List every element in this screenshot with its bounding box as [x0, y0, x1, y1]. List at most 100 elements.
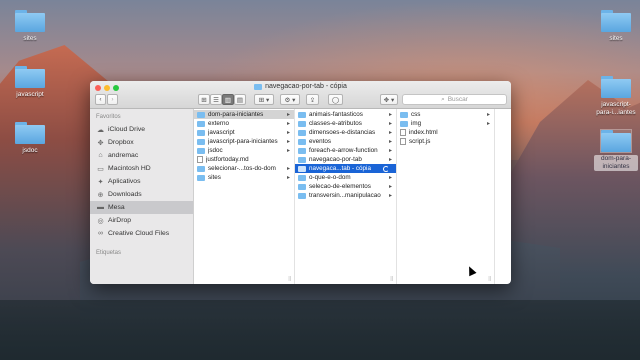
sidebar-item-aplicativos[interactable]: ✦ Aplicativos	[90, 175, 193, 188]
sidebar: Favoritos ☁ iCloud Drive ✥ Dropbox ⌂ andremac…	[90, 109, 194, 284]
sidebar-item-dropbox[interactable]: ✥ Dropbox	[90, 136, 193, 149]
desktop-folder-javascript-para-iniciantes[interactable]: javascript-para-i...iantes	[594, 76, 638, 117]
sidebar-item-label: AirDrop	[108, 217, 132, 224]
sidebar-item-label: iCloud Drive	[108, 126, 146, 133]
tags-button[interactable]: ◯	[328, 94, 343, 105]
file-row[interactable]: css ▸	[397, 110, 494, 119]
chevron-right-icon: ▸	[286, 175, 290, 181]
folder-icon	[197, 165, 205, 172]
list-view-button[interactable]: ☰	[210, 94, 222, 105]
file-name: sites	[208, 174, 221, 181]
sidebar-item-label: Mesa	[108, 204, 125, 211]
desktop-folder-javascript[interactable]: javascript	[8, 66, 52, 99]
column-view-button[interactable]: ▥	[222, 94, 234, 105]
folder-icon	[298, 192, 306, 199]
folder-icon	[298, 138, 306, 145]
desktop-folder-sites-right[interactable]: sites	[594, 10, 638, 43]
file-row[interactable]: dimensoes-e-distancias ▸	[295, 128, 396, 137]
sidebar-item-label: Downloads	[108, 191, 142, 198]
browser-column-2[interactable]: animais-fantasticos ▸ classes-e-atributos ▸…	[295, 109, 397, 284]
file-row[interactable]: navegaca...tab - cópia	[295, 164, 396, 173]
sidebar-item-airdrop[interactable]: ◎ AirDrop	[90, 214, 193, 227]
sidebar-item-andremac[interactable]: ⌂ andremac	[90, 149, 193, 162]
column-resize-handle[interactable]: ||	[488, 276, 491, 282]
chevron-right-icon: ▸	[388, 139, 392, 145]
file-row[interactable]: javascript ▸	[194, 128, 294, 137]
forward-button[interactable]: ›	[107, 94, 118, 105]
forest	[0, 300, 640, 360]
back-button[interactable]: ‹	[95, 94, 106, 105]
action-gear-button[interactable]: ⚙ ▾	[280, 94, 300, 105]
folder-icon	[197, 111, 205, 118]
share-button[interactable]: ⇪	[306, 94, 319, 105]
icon-view-button[interactable]: ⊞	[198, 94, 210, 105]
sidebar-item-label: Macintosh HD	[108, 165, 151, 172]
desktop-folder-jsdoc[interactable]: jsdoc	[8, 122, 52, 155]
file-row[interactable]: jsdoc ▸	[194, 146, 294, 155]
file-name: eventos	[309, 138, 332, 145]
file-row[interactable]: externo ▸	[194, 119, 294, 128]
file-row[interactable]: dom-para-iniciantes ▸	[194, 110, 294, 119]
chevron-right-icon: ▸	[388, 193, 392, 199]
folder-icon	[601, 10, 631, 32]
window-title-text: navegacao-por-tab - cópia	[265, 83, 347, 90]
sidebar-item-label: Creative Cloud Files	[108, 230, 170, 237]
desktop-folder-label: dom-para-iniciantes	[594, 155, 638, 171]
airdrop-icon: ◎	[97, 217, 104, 225]
file-row[interactable]: transversin...manipulacao ▸	[295, 191, 396, 200]
folder-icon	[15, 10, 45, 32]
file-row[interactable]: img ▸	[397, 119, 494, 128]
desktop-folder-dom-para-iniciantes[interactable]: dom-para-iniciantes	[594, 129, 638, 171]
chevron-right-icon: ▸	[286, 139, 290, 145]
disk-icon: ▭	[97, 165, 104, 173]
sidebar-item-creative-cloud-files[interactable]: ∞ Creative Cloud Files	[90, 227, 193, 240]
file-row[interactable]: navegacao-por-tab ▸	[295, 155, 396, 164]
file-name: foreach-e-arrow-function	[309, 147, 378, 154]
folder-icon	[400, 120, 408, 127]
file-name: css	[411, 111, 421, 118]
sidebar-item-downloads[interactable]: ⊕ Downloads	[90, 188, 193, 201]
document-icon	[400, 138, 406, 145]
column-2-list: animais-fantasticos ▸ classes-e-atributos ▸…	[295, 110, 396, 200]
sidebar-item-macintosh-hd[interactable]: ▭ Macintosh HD	[90, 162, 193, 175]
chevron-right-icon: ▸	[388, 184, 392, 190]
arrange-button[interactable]: ⊞ ▾	[254, 94, 274, 105]
file-name: classes-e-atributos	[309, 120, 362, 127]
dropbox-icon: ✥	[97, 139, 104, 147]
file-row[interactable]: selecionar-...tos-do-dom ▸	[194, 164, 294, 173]
dropbox-toolbar-button[interactable]: ✥ ▾	[380, 94, 398, 105]
browser-column-1[interactable]: dom-para-iniciantes ▸ externo ▸ javascript ▸ j…	[194, 109, 295, 284]
file-row[interactable]: index.html	[397, 128, 494, 137]
desktop-folder-label: javascript-para-i...iantes	[596, 101, 636, 116]
file-row[interactable]: classes-e-atributos ▸	[295, 119, 396, 128]
chevron-right-icon: ▸	[286, 166, 290, 172]
folder-icon	[197, 138, 205, 145]
browser-column-3[interactable]: css ▸ img ▸ index.html script.js ||	[397, 109, 495, 284]
sidebar-item-mesa[interactable]: ▬ Mesa	[90, 201, 193, 214]
column-resize-handle[interactable]: ||	[288, 276, 291, 282]
desktop-folder-sites[interactable]: sites	[8, 10, 52, 43]
file-row[interactable]: selecao-de-elementos ▸	[295, 182, 396, 191]
file-row[interactable]: sites ▸	[194, 173, 294, 182]
file-row[interactable]: eventos ▸	[295, 137, 396, 146]
file-name: navegaca...tab - cópia	[309, 165, 371, 172]
file-name: script.js	[409, 138, 431, 145]
sidebar-item-icloud-drive[interactable]: ☁ iCloud Drive	[90, 123, 193, 136]
file-row[interactable]: justfortoday.md	[194, 155, 294, 164]
file-name: navegacao-por-tab	[309, 156, 362, 163]
file-row[interactable]: javascript-para-iniciantes ▸	[194, 137, 294, 146]
chevron-right-icon: ▸	[388, 157, 392, 163]
file-row[interactable]: o-que-e-o-dom ▸	[295, 173, 396, 182]
file-row[interactable]: foreach-e-arrow-function ▸	[295, 146, 396, 155]
browser-column-4[interactable]	[495, 109, 511, 284]
file-name: transversin...manipulacao	[309, 192, 381, 199]
file-row[interactable]: script.js	[397, 137, 494, 146]
gallery-view-button[interactable]: ▤	[234, 94, 246, 105]
window-title: navegacao-por-tab - cópia	[90, 83, 511, 90]
search-field[interactable]: ⌕ Buscar	[402, 94, 507, 105]
chevron-right-icon: ▸	[388, 148, 392, 154]
file-row[interactable]: animais-fantasticos ▸	[295, 110, 396, 119]
column-resize-handle[interactable]: ||	[390, 276, 393, 282]
sidebar-favorites-header: Favoritos	[96, 114, 121, 120]
chevron-right-icon: ▸	[486, 121, 490, 127]
